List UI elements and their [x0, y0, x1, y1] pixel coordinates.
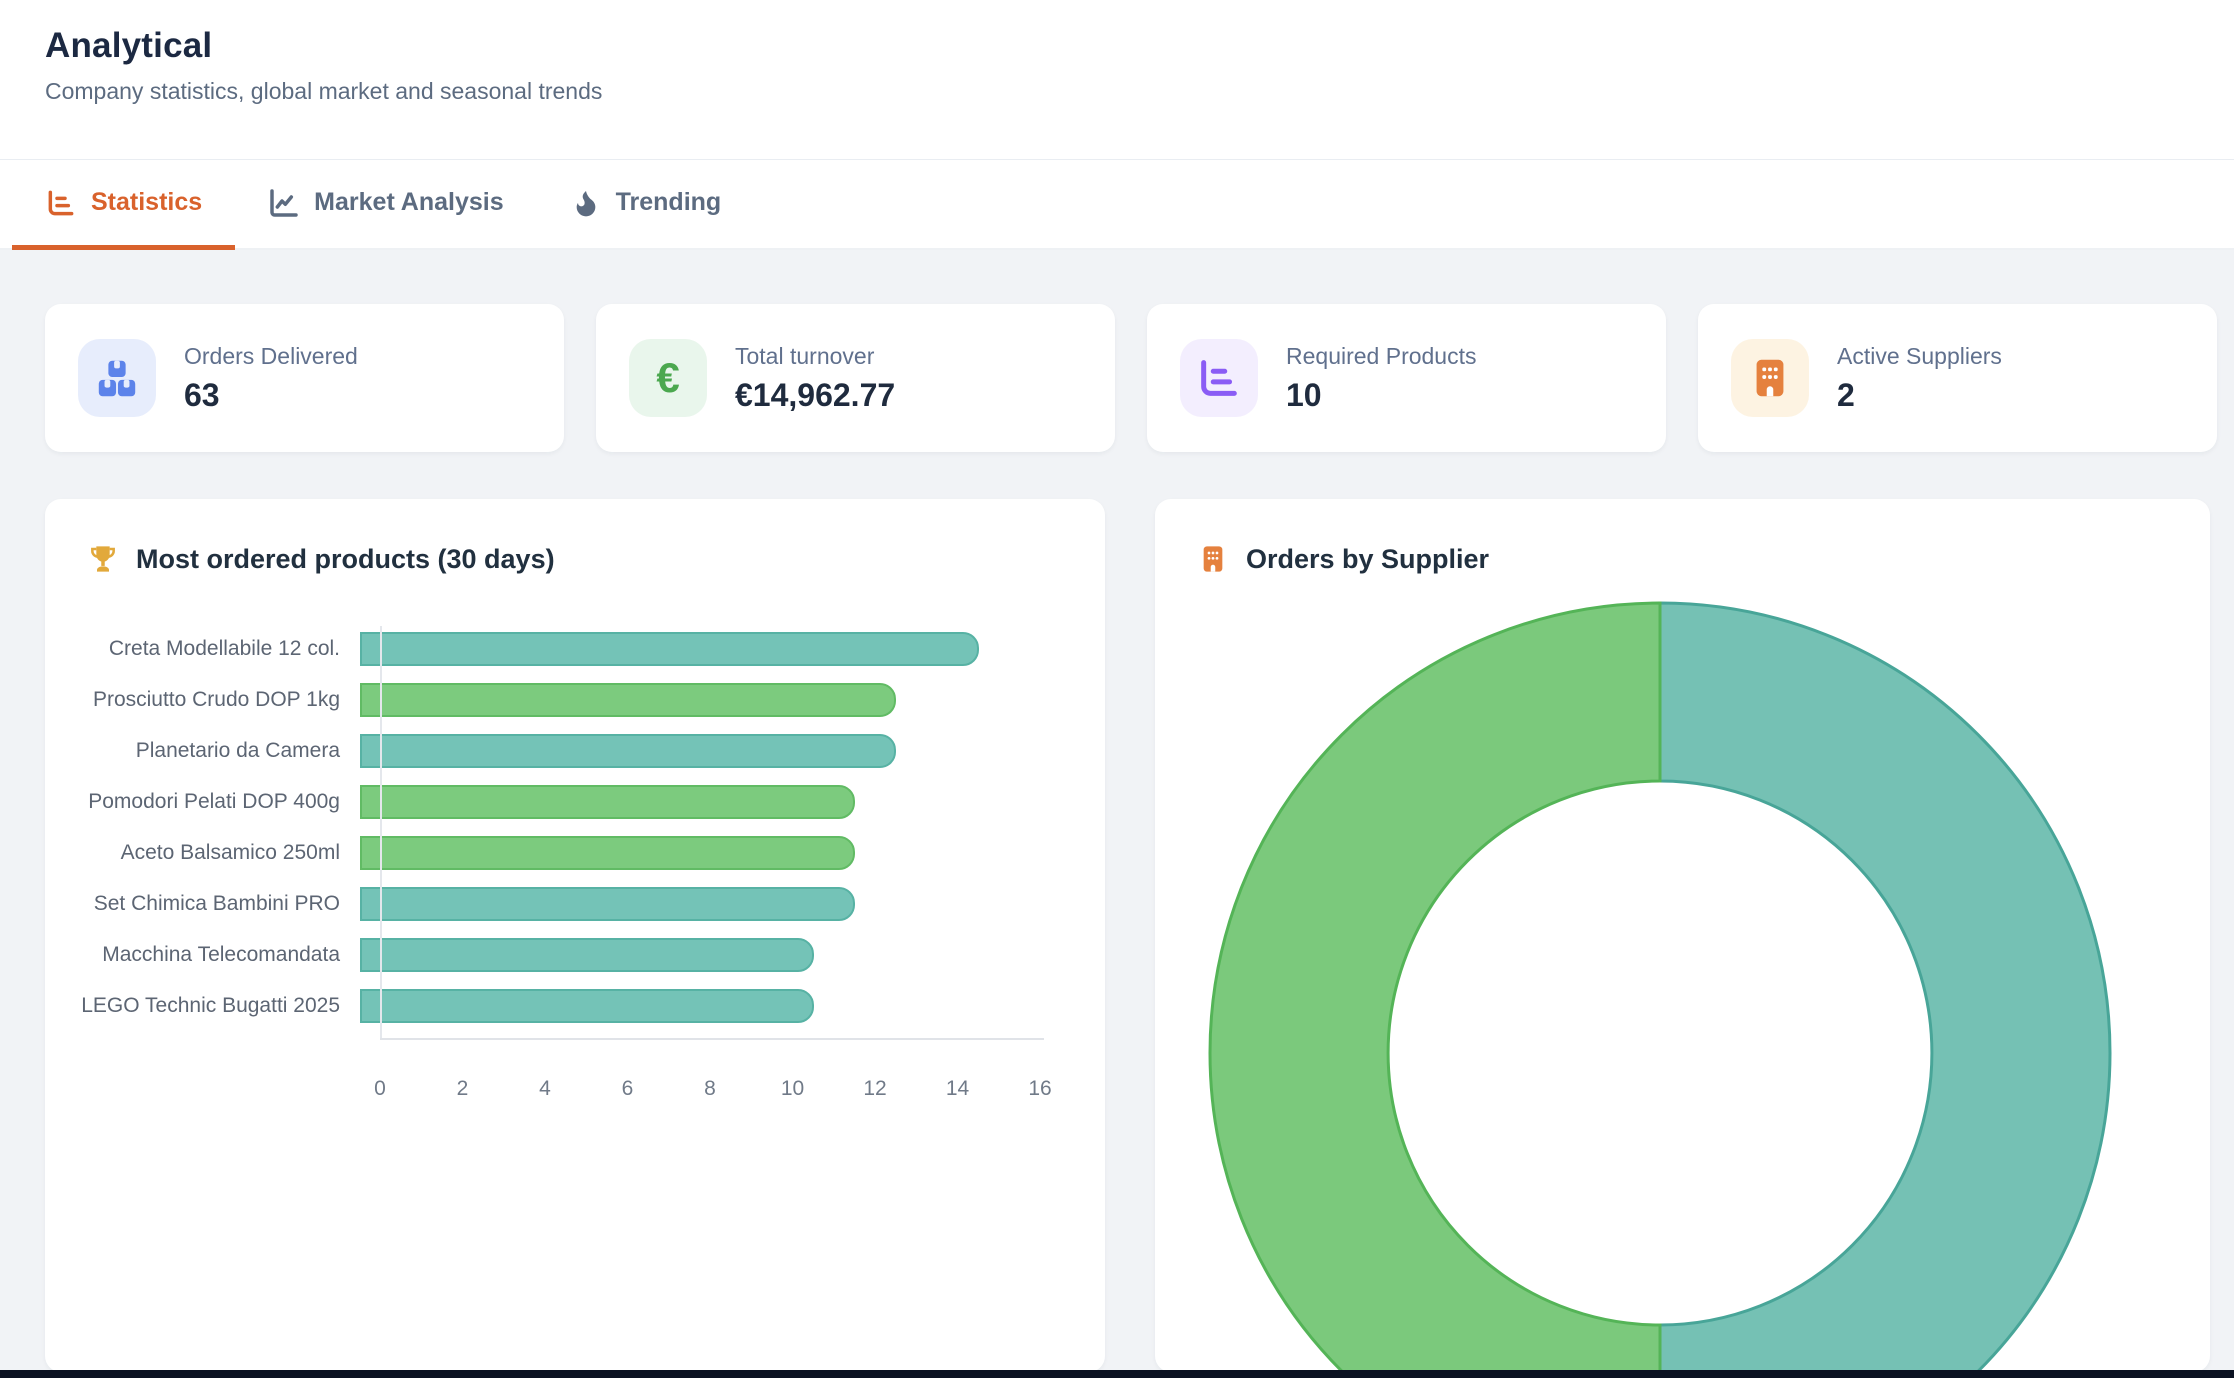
- line-chart-icon: [268, 187, 300, 219]
- most-ordered-products-card: Most ordered products (30 days) Creta Mo…: [45, 499, 1105, 1372]
- suppliers-card-title: Orders by Supplier: [1246, 544, 1489, 575]
- stat-label: Orders Delivered: [184, 343, 358, 370]
- bar-teal: [360, 938, 814, 972]
- bar-category-label: Pomodori Pelati DOP 400g: [45, 790, 360, 814]
- bar-chart-y-axis-line: [380, 626, 382, 1040]
- stat-label: Active Suppliers: [1837, 343, 2002, 370]
- bar-track: [360, 734, 1105, 768]
- page-title: Analytical: [45, 26, 2234, 66]
- x-axis-tick: 6: [622, 1077, 634, 1101]
- stat-value: 10: [1286, 377, 1477, 414]
- bar-category-label: Aceto Balsamico 250ml: [45, 841, 360, 865]
- bar-track: [360, 887, 1105, 921]
- euro-icon: €: [629, 339, 707, 417]
- bar-category-label: Planetario da Camera: [45, 739, 360, 763]
- bar-track: [360, 785, 1105, 819]
- stat-card-orders-delivered: Orders Delivered 63: [45, 304, 564, 452]
- bar-row: Set Chimica Bambini PRO: [45, 878, 1105, 929]
- bar-track: [360, 683, 1105, 717]
- donut-segment-2: [1210, 603, 1660, 1372]
- tab-label: Trending: [616, 188, 722, 217]
- x-axis-tick: 0: [374, 1077, 386, 1101]
- stat-value: €14,962.77: [735, 377, 895, 414]
- bar-teal: [360, 734, 896, 768]
- stat-card-required-products: Required Products 10: [1147, 304, 1666, 452]
- trophy-icon: [87, 543, 119, 575]
- dashboard-screen: Analytical Company statistics, global ma…: [0, 0, 2234, 1378]
- bar-row: Prosciutto Crudo DOP 1kg: [45, 674, 1105, 725]
- stats-row: Orders Delivered 63 € Total turnover €14,962…: [45, 304, 2217, 452]
- x-axis-tick: 16: [1028, 1077, 1051, 1101]
- bar-chart-icon: [1180, 339, 1258, 417]
- bar-green: [360, 785, 855, 819]
- packages-icon: [78, 339, 156, 417]
- page-subtitle: Company statistics, global market and se…: [45, 78, 2234, 105]
- stat-text: Required Products 10: [1286, 343, 1477, 414]
- flame-icon: [570, 187, 602, 219]
- suppliers-card-header: Orders by Supplier: [1155, 499, 2210, 575]
- stat-text: Total turnover €14,962.77: [735, 343, 895, 414]
- donut-chart: [1155, 499, 2210, 1372]
- stat-card-total-turnover: € Total turnover €14,962.77: [596, 304, 1115, 452]
- bar-row: Macchina Telecomandata: [45, 929, 1105, 980]
- horizontal-bar-chart: Creta Modellabile 12 col. Prosciutto Crud…: [45, 623, 1105, 1031]
- tab-label: Statistics: [91, 188, 202, 217]
- x-axis-tick: 8: [704, 1077, 716, 1101]
- stat-value: 2: [1837, 377, 2002, 414]
- bar-category-label: Macchina Telecomandata: [45, 943, 360, 967]
- bottom-edge-bar: [0, 1370, 2234, 1378]
- tab-bar: Statistics Market Analysis Trending: [0, 160, 2234, 250]
- x-axis-tick: 2: [457, 1077, 469, 1101]
- bar-teal: [360, 632, 979, 666]
- orders-by-supplier-card: Orders by Supplier: [1155, 499, 2210, 1372]
- building-icon: [1731, 339, 1809, 417]
- bar-category-label: Prosciutto Crudo DOP 1kg: [45, 688, 360, 712]
- tab-statistics[interactable]: Statistics: [12, 160, 235, 250]
- bar-row: Creta Modellabile 12 col.: [45, 623, 1105, 674]
- tab-trending[interactable]: Trending: [537, 160, 755, 250]
- stat-text: Orders Delivered 63: [184, 343, 358, 414]
- x-axis-tick: 14: [946, 1077, 969, 1101]
- building-icon: [1197, 543, 1229, 575]
- bar-row: Planetario da Camera: [45, 725, 1105, 776]
- bar-row: Pomodori Pelati DOP 400g: [45, 776, 1105, 827]
- bar-teal: [360, 887, 855, 921]
- tab-market-analysis[interactable]: Market Analysis: [235, 160, 536, 250]
- products-card-title: Most ordered products (30 days): [136, 544, 555, 575]
- bar-chart-x-axis-ticks: 0246810121416: [380, 1077, 1040, 1107]
- bar-track: [360, 632, 1105, 666]
- bar-row: Aceto Balsamico 250ml: [45, 827, 1105, 878]
- page-header: Analytical Company statistics, global ma…: [0, 0, 2234, 160]
- stat-text: Active Suppliers 2: [1837, 343, 2002, 414]
- bar-track: [360, 836, 1105, 870]
- stat-value: 63: [184, 377, 358, 414]
- stat-label: Required Products: [1286, 343, 1477, 370]
- stat-label: Total turnover: [735, 343, 895, 370]
- bar-green: [360, 836, 855, 870]
- bar-chart-icon: [45, 187, 77, 219]
- charts-row: Most ordered products (30 days) Creta Mo…: [45, 499, 2234, 1372]
- bar-track: [360, 938, 1105, 972]
- x-axis-tick: 10: [781, 1077, 804, 1101]
- bar-teal: [360, 989, 814, 1023]
- x-axis-tick: 12: [863, 1077, 886, 1101]
- stat-card-active-suppliers: Active Suppliers 2: [1698, 304, 2217, 452]
- bar-chart-x-axis-line: [380, 1038, 1044, 1040]
- bar-category-label: LEGO Technic Bugatti 2025: [45, 994, 360, 1018]
- bar-green: [360, 683, 896, 717]
- tab-label: Market Analysis: [314, 188, 503, 217]
- donut-segment-1: [1660, 603, 2110, 1372]
- euro-glyph: €: [656, 354, 679, 402]
- bar-row: LEGO Technic Bugatti 2025: [45, 980, 1105, 1031]
- bar-category-label: Creta Modellabile 12 col.: [45, 637, 360, 661]
- bar-track: [360, 989, 1105, 1023]
- x-axis-tick: 4: [539, 1077, 551, 1101]
- bar-category-label: Set Chimica Bambini PRO: [45, 892, 360, 916]
- products-card-header: Most ordered products (30 days): [45, 499, 1105, 575]
